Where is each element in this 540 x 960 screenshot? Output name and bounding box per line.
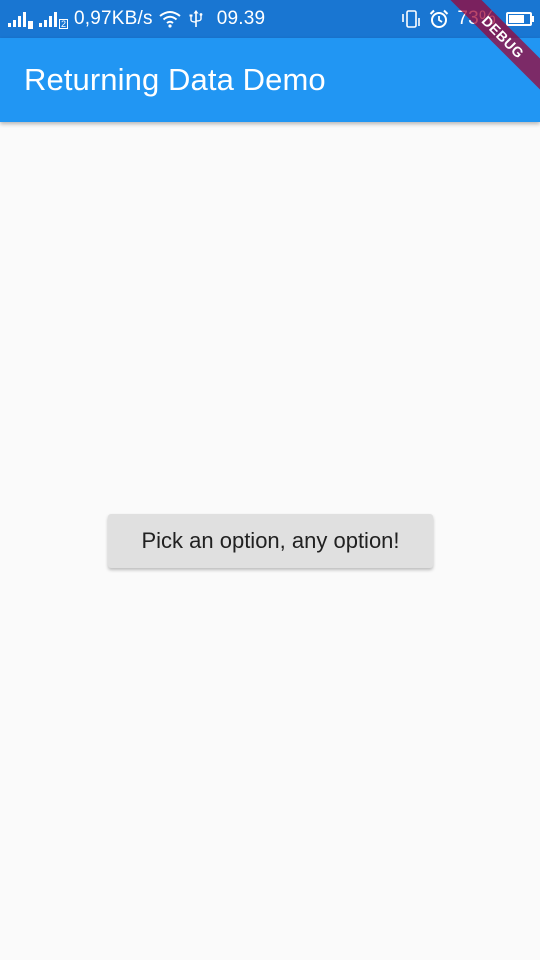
vibrate-icon [401, 10, 421, 28]
pick-option-button-label: Pick an option, any option! [141, 528, 400, 553]
network-speed: 0,97KB/s [74, 8, 153, 29]
alarm-icon [429, 9, 449, 29]
main-content: Pick an option, any option! [0, 122, 540, 960]
sim1-badge [28, 21, 33, 29]
app-bar: Returning Data Demo [0, 38, 540, 122]
battery-icon [506, 12, 534, 26]
signal-icon [39, 11, 57, 27]
status-bar-right: 73% [401, 0, 534, 38]
battery-percent: 73% [457, 8, 496, 29]
screen: 2 0,97KB/s 09.39 73% Returning Data Demo… [0, 0, 540, 960]
pick-option-button[interactable]: Pick an option, any option! [108, 514, 433, 568]
app-bar-title: Returning Data Demo [24, 62, 326, 97]
status-time: 09.39 [216, 8, 266, 29]
sim2-badge: 2 [59, 19, 69, 29]
status-bar: 2 0,97KB/s 09.39 73% [0, 0, 540, 38]
usb-icon [189, 10, 203, 28]
status-bar-left: 2 0,97KB/s 09.39 [8, 0, 271, 38]
wifi-icon [159, 10, 181, 28]
signal-icon [8, 11, 26, 27]
